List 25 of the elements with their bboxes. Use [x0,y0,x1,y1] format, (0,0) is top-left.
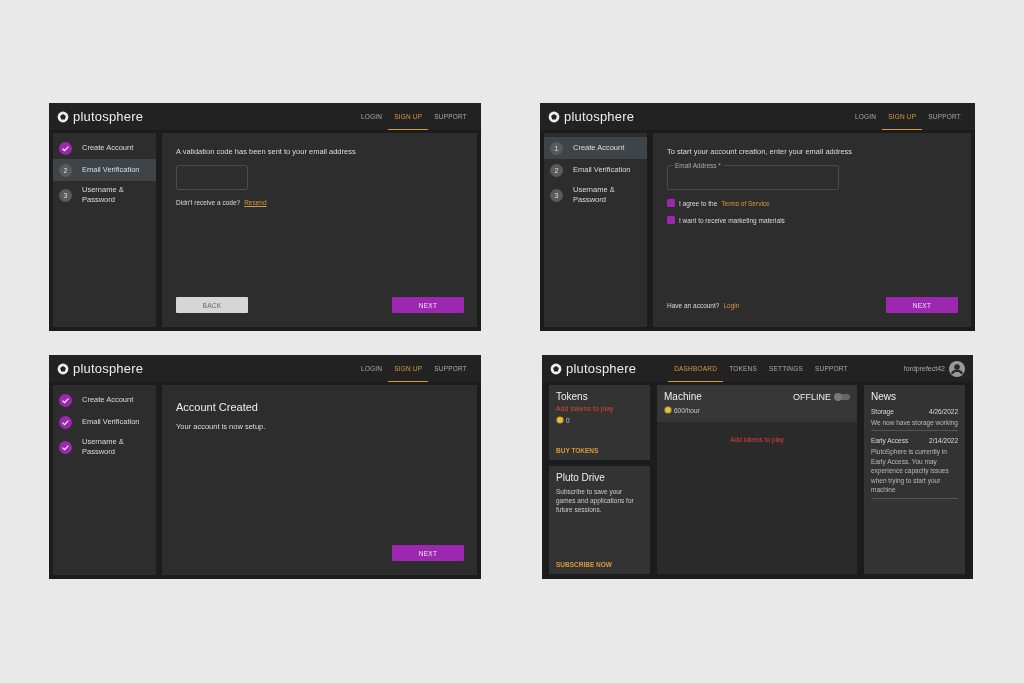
logo-text: plutosphere [566,361,637,376]
heading: Account Created [176,401,258,413]
card-title: Pluto Drive [556,472,606,483]
code-field[interactable] [176,165,248,190]
check-icon [59,440,72,454]
card-title: Machine [664,391,702,402]
flower-logo-icon [57,362,69,375]
flower-logo-icon [548,110,560,123]
status-text: OFFLINE [793,391,831,402]
card-title: Tokens [556,391,589,402]
logo-text: plutosphere [73,361,144,376]
check-icon [59,141,72,155]
logo-text: plutosphere [73,109,144,124]
flower-logo-icon [57,110,69,123]
flower-logo-icon [550,362,562,375]
coin-icon [556,416,564,424]
check-icon [59,415,72,429]
checkbox[interactable] [667,216,675,224]
check-icon [59,393,72,407]
coin-icon [664,406,672,414]
checkbox[interactable] [667,199,675,207]
power-toggle[interactable] [835,393,850,400]
logo-text: plutosphere [564,109,635,124]
avatar-icon [949,360,965,377]
card-title: News [871,391,897,402]
